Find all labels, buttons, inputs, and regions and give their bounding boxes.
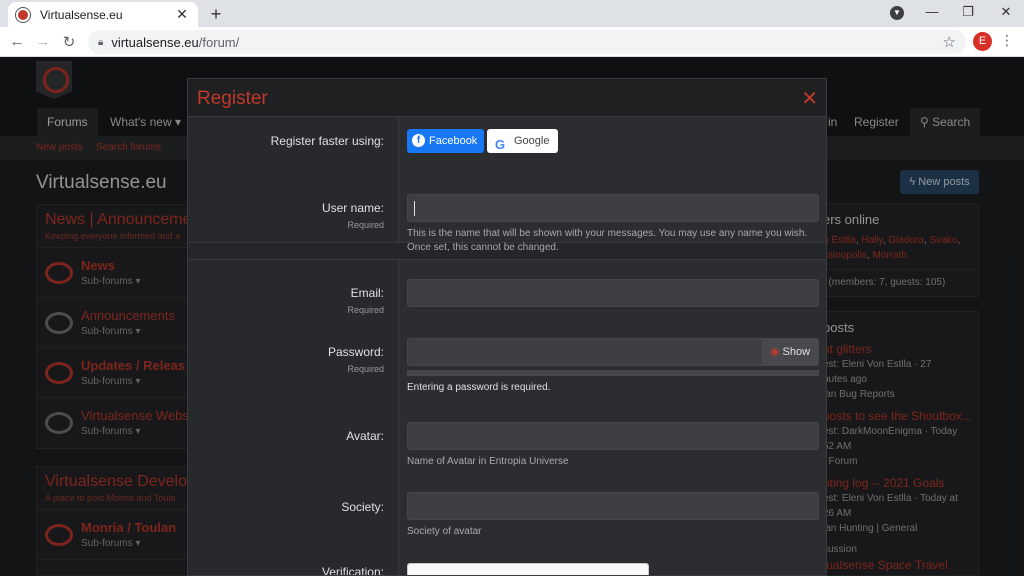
browser-tab[interactable]: Virtualsense.eu ✕: [8, 2, 198, 27]
facebook-label: Facebook: [429, 135, 478, 147]
required-hint: Required: [347, 305, 384, 315]
tab-title: Virtualsense.eu: [40, 7, 123, 22]
restore-icon[interactable]: ❐: [958, 4, 978, 20]
username-label: User name:: [321, 201, 384, 215]
password-hint: Entering a password is required.: [407, 382, 551, 393]
password-input[interactable]: ◉ Show: [407, 338, 819, 366]
reload-icon[interactable]: ↻: [60, 33, 78, 51]
modal-header: Register ✕: [188, 79, 826, 117]
username-hint: This is the name that will be shown with…: [407, 228, 808, 253]
avatar-input[interactable]: [407, 422, 819, 450]
avatar-hint: Name of Avatar in Entropia Universe: [407, 456, 569, 467]
google-button[interactable]: G Google: [487, 129, 558, 153]
media-control-icon[interactable]: ▼: [890, 6, 904, 20]
required-hint: Required: [347, 364, 384, 374]
profile-avatar[interactable]: E: [973, 32, 992, 51]
browser-toolbar: ← → ↻ 🔒︎ virtualsense.eu/forum/ ☆ E ⋮: [0, 27, 1024, 57]
new-tab-icon[interactable]: +: [206, 4, 226, 25]
google-icon: G: [495, 137, 506, 152]
bookmark-star-icon[interactable]: ☆: [943, 33, 956, 51]
show-password-button[interactable]: ◉ Show: [762, 339, 818, 365]
register-modal: Register ✕ Register faster using: f Face…: [187, 78, 827, 576]
society-input[interactable]: [407, 492, 819, 520]
tab-close-icon[interactable]: ✕: [174, 6, 190, 23]
password-strength-meter: [407, 370, 819, 376]
password-label: Password:: [327, 345, 384, 359]
eye-icon: ◉: [769, 346, 780, 358]
google-label: Google: [514, 135, 550, 147]
required-hint: Required: [347, 220, 384, 230]
site-favicon-icon: [16, 7, 30, 22]
browser-menu-icon[interactable]: ⋮: [1000, 32, 1014, 49]
email-label: Email:: [350, 286, 384, 300]
modal-title: Register: [197, 88, 268, 109]
captcha-widget[interactable]: [407, 563, 649, 575]
lock-icon: 🔒︎: [98, 36, 104, 48]
url-path: /forum/: [198, 34, 240, 50]
verification-label: Verification:: [321, 565, 384, 576]
register-faster-label: Register faster using:: [270, 134, 384, 148]
address-bar[interactable]: 🔒︎ virtualsense.eu/forum/ ☆: [88, 30, 966, 54]
back-icon[interactable]: ←: [8, 33, 26, 50]
email-input[interactable]: [407, 279, 819, 307]
minimize-icon[interactable]: —: [922, 4, 942, 19]
url-host: virtualsense.eu: [111, 34, 199, 50]
browser-tabbar: Virtualsense.eu ✕ + ▼ — ❐ ✕: [0, 0, 1024, 27]
window-close-icon[interactable]: ✕: [996, 4, 1016, 20]
society-label: Society:: [341, 500, 384, 514]
forward-icon[interactable]: →: [34, 33, 52, 50]
society-hint: Society of avatar: [407, 526, 482, 537]
text-caret: [414, 201, 415, 216]
facebook-icon: f: [412, 134, 425, 147]
close-icon[interactable]: ✕: [801, 86, 818, 111]
facebook-button[interactable]: f Facebook: [407, 129, 484, 153]
avatar-label: Avatar:: [346, 429, 384, 443]
username-input[interactable]: [407, 194, 819, 222]
show-label: Show: [782, 346, 811, 358]
